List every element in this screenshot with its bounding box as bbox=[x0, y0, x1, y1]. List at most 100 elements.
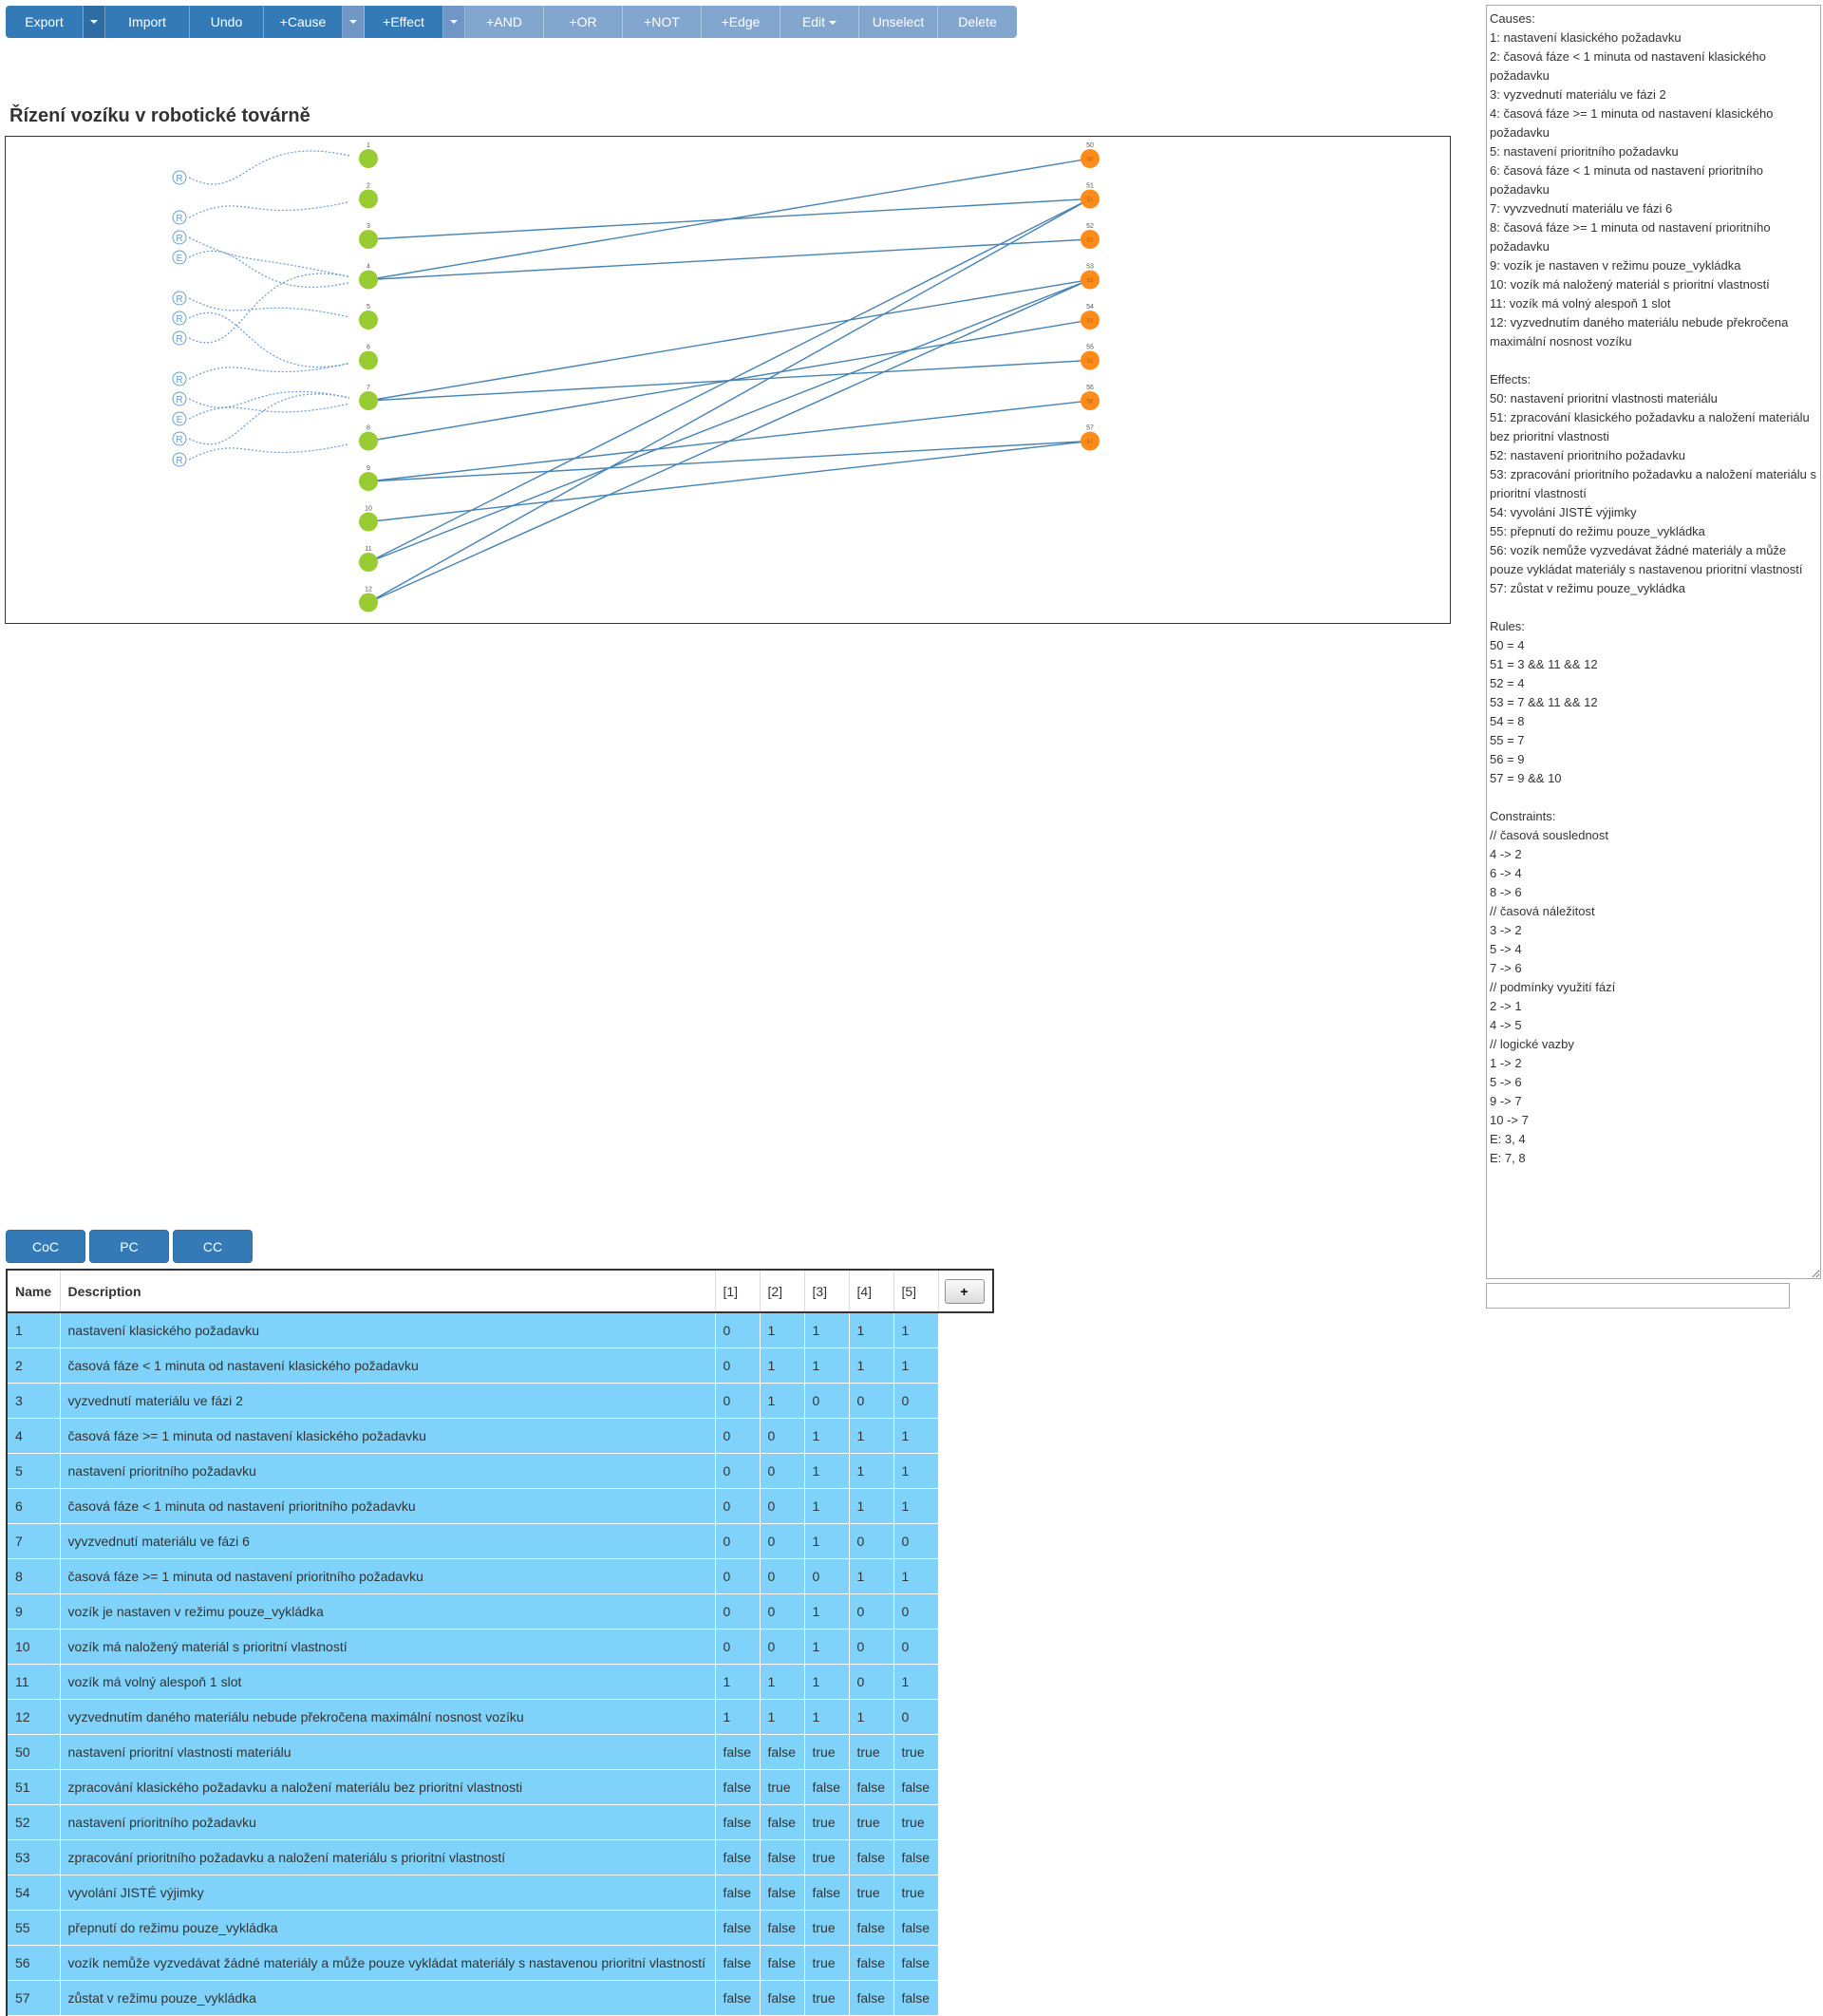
value-cell[interactable]: 0 bbox=[803, 1383, 849, 1419]
edge-line[interactable] bbox=[367, 440, 1091, 523]
value-cell[interactable]: 1 bbox=[848, 1558, 893, 1594]
value-cell[interactable]: 0 bbox=[759, 1418, 804, 1454]
add-effect-dropdown-toggle[interactable] bbox=[443, 6, 465, 38]
cause-node[interactable] bbox=[359, 230, 378, 249]
value-cell[interactable]: 1 bbox=[759, 1347, 804, 1384]
value-cell[interactable]: false bbox=[759, 1804, 804, 1840]
value-cell[interactable]: 1 bbox=[848, 1312, 893, 1348]
cause-node[interactable] bbox=[359, 391, 378, 410]
value-cell[interactable]: 1 bbox=[893, 1453, 938, 1489]
value-cell[interactable]: 0 bbox=[848, 1664, 893, 1700]
value-cell[interactable]: false bbox=[759, 1839, 804, 1875]
value-cell[interactable]: 0 bbox=[714, 1312, 760, 1348]
cause-node[interactable] bbox=[359, 350, 378, 370]
value-cell[interactable]: 0 bbox=[714, 1629, 760, 1665]
value-cell[interactable]: false bbox=[893, 1769, 938, 1805]
cause-node[interactable] bbox=[359, 472, 378, 491]
value-cell[interactable]: false bbox=[714, 1945, 760, 1981]
value-cell[interactable]: true bbox=[803, 1804, 849, 1840]
value-cell[interactable]: 0 bbox=[803, 1558, 849, 1594]
export-button[interactable]: Export bbox=[6, 6, 84, 38]
value-cell[interactable]: 1 bbox=[714, 1664, 760, 1700]
add-not-button[interactable]: +NOT bbox=[623, 6, 702, 38]
value-cell[interactable]: 0 bbox=[759, 1523, 804, 1559]
add-column-button[interactable]: + bbox=[944, 1278, 985, 1304]
value-cell[interactable]: false bbox=[803, 1875, 849, 1911]
edge-line[interactable] bbox=[367, 359, 1091, 402]
value-cell[interactable]: 0 bbox=[848, 1383, 893, 1419]
value-cell[interactable]: false bbox=[759, 1980, 804, 2016]
value-cell[interactable]: 0 bbox=[714, 1383, 760, 1419]
add-cause-dropdown-toggle[interactable] bbox=[343, 6, 365, 38]
value-cell[interactable]: 1 bbox=[759, 1383, 804, 1419]
value-cell[interactable]: 1 bbox=[848, 1347, 893, 1384]
value-cell[interactable]: false bbox=[714, 1839, 760, 1875]
value-cell[interactable]: 1 bbox=[893, 1312, 938, 1348]
value-cell[interactable]: 1 bbox=[848, 1453, 893, 1489]
value-cell[interactable]: 0 bbox=[714, 1453, 760, 1489]
value-cell[interactable]: false bbox=[714, 1734, 760, 1770]
value-cell[interactable]: false bbox=[848, 1839, 893, 1875]
value-cell[interactable]: 1 bbox=[893, 1488, 938, 1524]
cause-node[interactable] bbox=[359, 149, 378, 168]
value-cell[interactable]: 1 bbox=[803, 1418, 849, 1454]
value-cell[interactable]: 1 bbox=[893, 1347, 938, 1384]
value-cell[interactable]: 1 bbox=[759, 1664, 804, 1700]
value-cell[interactable]: 0 bbox=[714, 1347, 760, 1384]
cause-node[interactable] bbox=[359, 189, 378, 209]
value-cell[interactable]: 1 bbox=[893, 1664, 938, 1700]
value-cell[interactable]: 1 bbox=[803, 1347, 849, 1384]
value-cell[interactable]: 1 bbox=[803, 1664, 849, 1700]
value-cell[interactable]: false bbox=[759, 1734, 804, 1770]
value-cell[interactable]: true bbox=[803, 1980, 849, 2016]
cause-node[interactable] bbox=[359, 553, 378, 572]
value-cell[interactable]: 1 bbox=[803, 1453, 849, 1489]
add-and-button[interactable]: +AND bbox=[465, 6, 544, 38]
value-cell[interactable]: false bbox=[848, 1980, 893, 2016]
value-cell[interactable]: 0 bbox=[759, 1558, 804, 1594]
value-cell[interactable]: 0 bbox=[759, 1629, 804, 1665]
undo-button[interactable]: Undo bbox=[190, 6, 264, 38]
value-cell[interactable]: 0 bbox=[759, 1453, 804, 1489]
value-cell[interactable]: 0 bbox=[714, 1523, 760, 1559]
value-cell[interactable]: 1 bbox=[803, 1629, 849, 1665]
cause-node[interactable] bbox=[359, 431, 378, 451]
value-cell[interactable]: false bbox=[714, 1875, 760, 1911]
value-cell[interactable]: false bbox=[893, 1839, 938, 1875]
value-cell[interactable]: false bbox=[714, 1980, 760, 2016]
value-cell[interactable]: 0 bbox=[714, 1593, 760, 1630]
value-cell[interactable]: 0 bbox=[848, 1629, 893, 1665]
value-cell[interactable]: true bbox=[848, 1804, 893, 1840]
value-cell[interactable]: 1 bbox=[848, 1418, 893, 1454]
value-cell[interactable]: 1 bbox=[803, 1488, 849, 1524]
command-input[interactable] bbox=[1486, 1283, 1790, 1309]
edge-line[interactable] bbox=[367, 278, 1091, 402]
pc-tab-button[interactable]: PC bbox=[89, 1230, 169, 1263]
value-cell[interactable]: true bbox=[803, 1910, 849, 1946]
value-cell[interactable]: true bbox=[759, 1769, 804, 1805]
value-cell[interactable]: true bbox=[893, 1875, 938, 1911]
value-cell[interactable]: 0 bbox=[893, 1383, 938, 1419]
value-cell[interactable]: 1 bbox=[803, 1312, 849, 1348]
value-cell[interactable]: true bbox=[893, 1804, 938, 1840]
value-cell[interactable]: 0 bbox=[848, 1523, 893, 1559]
value-cell[interactable]: 0 bbox=[893, 1699, 938, 1735]
value-cell[interactable]: false bbox=[848, 1769, 893, 1805]
value-cell[interactable]: false bbox=[893, 1980, 938, 2016]
edge-line[interactable] bbox=[367, 278, 1091, 563]
value-cell[interactable]: 0 bbox=[893, 1593, 938, 1630]
value-cell[interactable]: false bbox=[893, 1945, 938, 1981]
value-cell[interactable]: false bbox=[893, 1910, 938, 1946]
export-dropdown-toggle[interactable] bbox=[84, 6, 105, 38]
value-cell[interactable]: true bbox=[848, 1734, 893, 1770]
delete-button[interactable]: Delete bbox=[938, 6, 1017, 38]
cc-tab-button[interactable]: CC bbox=[173, 1230, 253, 1263]
value-cell[interactable]: true bbox=[848, 1875, 893, 1911]
value-cell[interactable]: 1 bbox=[848, 1699, 893, 1735]
value-cell[interactable]: 0 bbox=[848, 1593, 893, 1630]
coc-tab-button[interactable]: CoC bbox=[6, 1230, 85, 1263]
value-cell[interactable]: 0 bbox=[759, 1488, 804, 1524]
value-cell[interactable]: false bbox=[714, 1804, 760, 1840]
value-cell[interactable]: 1 bbox=[893, 1418, 938, 1454]
value-cell[interactable]: 1 bbox=[759, 1699, 804, 1735]
